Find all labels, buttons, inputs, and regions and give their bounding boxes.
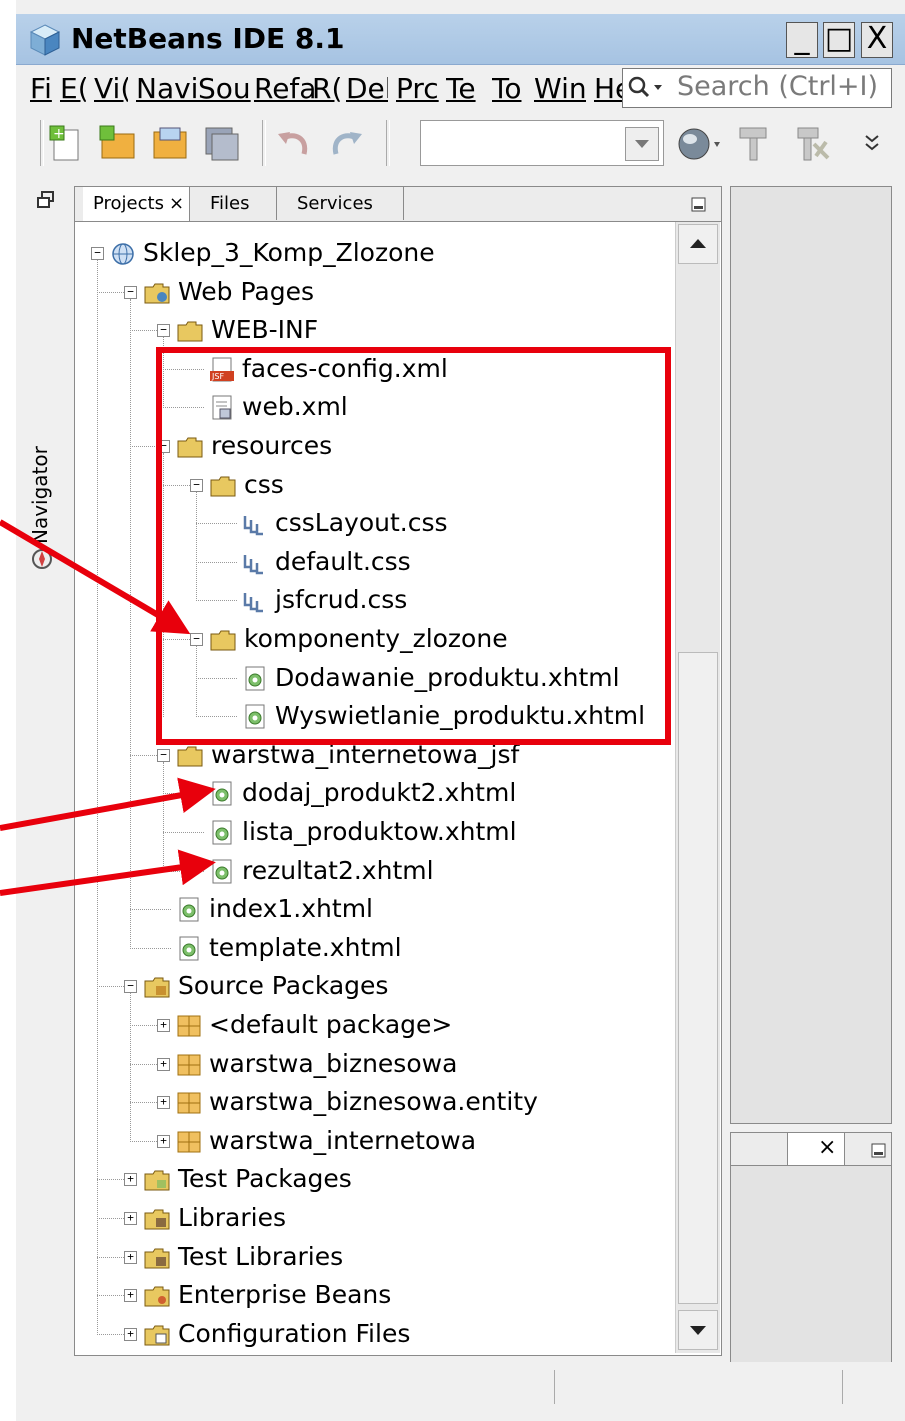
annotation-arrow: [0, 849, 216, 896]
annotation-arrows: [0, 519, 216, 896]
annotation-arrow: [0, 519, 191, 635]
annotation-arrow: [0, 777, 216, 831]
